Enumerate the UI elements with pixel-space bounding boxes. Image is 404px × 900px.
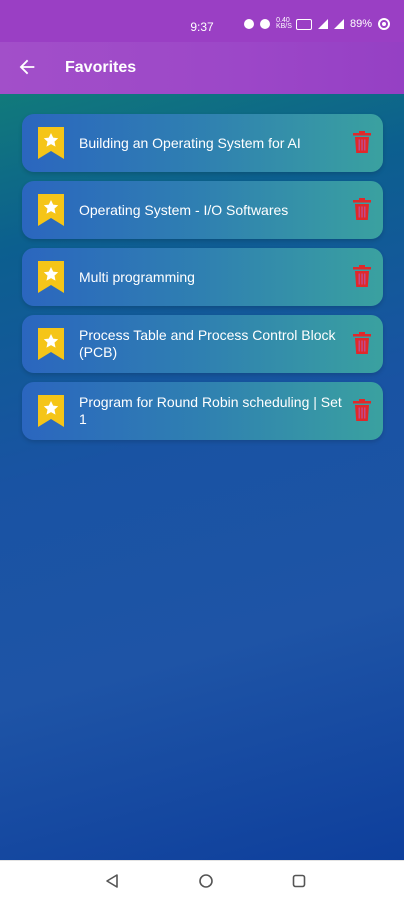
status-bar: 9:37 0.40 KB/S 89%: [0, 0, 404, 42]
favorite-item[interactable]: Operating System - I/O Softwares: [22, 181, 383, 239]
delete-button[interactable]: [353, 265, 371, 287]
volte-icon: [295, 18, 312, 30]
favorite-item[interactable]: Multi programming: [22, 248, 383, 306]
app-bar: Favorites: [0, 42, 404, 94]
delete-button[interactable]: [353, 399, 371, 421]
signal-2-icon: [333, 19, 344, 29]
favorite-item[interactable]: Program for Round Robin scheduling | Set…: [22, 382, 383, 440]
bookmark-star-icon: [38, 395, 64, 427]
delete-button[interactable]: [353, 131, 371, 153]
battery-percent: 89%: [349, 18, 372, 30]
circle-home-icon[interactable]: [198, 873, 214, 889]
square-recents-icon[interactable]: [291, 873, 307, 889]
status-icons: 0.40 KB/S 89%: [243, 17, 390, 30]
favorite-item[interactable]: Process Table and Process Control Block …: [22, 315, 383, 373]
do-not-disturb-icon: [259, 19, 270, 29]
bookmark-star-icon: [38, 261, 64, 293]
favorites-list: Building an Operating System for AI Oper…: [22, 114, 383, 449]
system-nav-bar: [0, 860, 404, 900]
net-speed-unit: KB/S: [275, 23, 292, 30]
favorite-title: Operating System - I/O Softwares: [79, 201, 289, 218]
battery-icon: [378, 18, 390, 30]
bookmark-star-icon: [38, 194, 64, 226]
favorite-item[interactable]: Building an Operating System for AI: [22, 114, 383, 172]
page-title: Favorites: [65, 59, 137, 76]
favorite-title: Process Table and Process Control Block …: [79, 327, 336, 360]
signal-icon: [317, 19, 328, 29]
delete-button[interactable]: [353, 332, 371, 354]
bookmark-star-icon: [38, 127, 64, 159]
net-speed-indicator: 0.40 KB/S: [275, 17, 292, 30]
triangle-back-icon[interactable]: [104, 873, 120, 889]
favorite-title: Multi programming: [79, 268, 195, 285]
bookmark-star-icon: [38, 328, 64, 360]
favorites-screen: Building an Operating System for AI Oper…: [0, 94, 404, 860]
arrow-left-icon: [19, 59, 35, 75]
back-button[interactable]: [14, 54, 40, 80]
favorite-title: Program for Round Robin scheduling | Set…: [79, 394, 342, 427]
game-controller-icon: [243, 19, 254, 29]
delete-button[interactable]: [353, 198, 371, 220]
favorite-title: Building an Operating System for AI: [79, 134, 301, 151]
